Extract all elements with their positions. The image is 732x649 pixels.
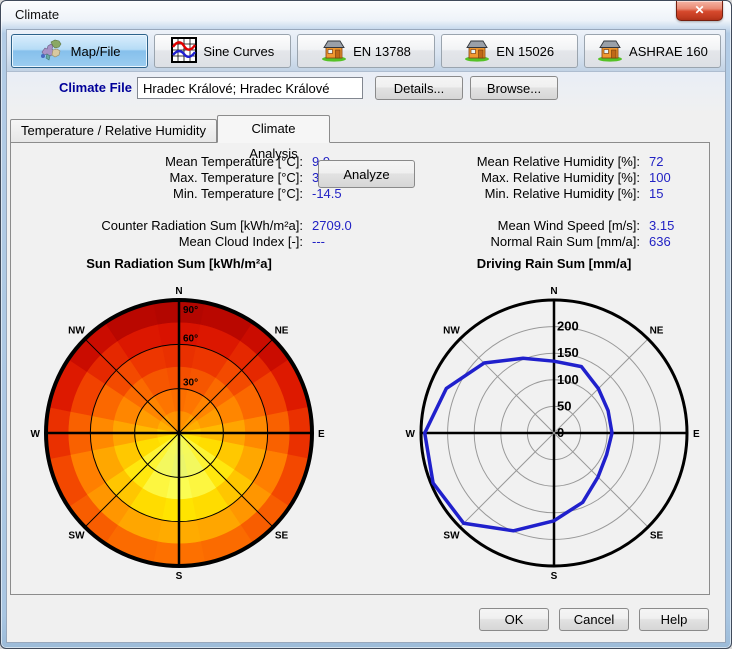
stat-row: Min. Relative Humidity [%]: 15 <box>360 186 674 202</box>
tab-climate-analysis[interactable]: Climate Analysis <box>217 115 330 143</box>
climate-file-row: Climate File Details... Browse... <box>7 72 725 115</box>
stat-value: 2709.0 <box>312 218 352 233</box>
stat-row: Mean Wind Speed [m/s]: 3.15 <box>360 218 674 234</box>
svg-text:50: 50 <box>557 398 571 413</box>
climate-file-input[interactable] <box>137 77 363 99</box>
stat-value: 15 <box>649 186 663 201</box>
rain-chart-title: Driving Rain Sum [mm/a] <box>404 256 704 271</box>
stat-row: Max. Relative Humidity [%]: 100 <box>360 170 674 186</box>
nav-button-label: Map/File <box>71 44 121 59</box>
nav-en15026-button[interactable]: EN 15026 <box>441 34 578 68</box>
stat-value: 100 <box>649 170 671 185</box>
nav-en13788-button[interactable]: EN 13788 <box>297 34 434 68</box>
stat-label: Normal Rain Sum [mm/a]: <box>360 234 640 250</box>
house-icon <box>321 38 347 65</box>
stat-row: Max. Temperature [°C]:35.3 <box>23 170 352 186</box>
stat-label: Min. Temperature [°C]: <box>23 186 303 202</box>
nav-button-row: Map/File Sine Curves <box>7 30 725 72</box>
nav-map-file-button[interactable]: Map/File <box>11 34 148 68</box>
svg-text:W: W <box>31 429 41 440</box>
stat-value: -14.5 <box>312 186 342 201</box>
stat-row: Normal Rain Sum [mm/a]: 636 <box>360 234 674 250</box>
svg-text:E: E <box>318 429 325 440</box>
svg-text:SE: SE <box>650 531 664 542</box>
stat-label: Max. Temperature [°C]: <box>23 170 303 186</box>
stat-row: Mean Relative Humidity [%]: 72 <box>360 154 674 170</box>
svg-text:150: 150 <box>557 345 579 360</box>
window-title: Climate <box>15 7 59 22</box>
svg-text:90°: 90° <box>183 305 198 316</box>
svg-text:NW: NW <box>68 325 85 336</box>
svg-text:S: S <box>176 571 183 582</box>
tab-temperature-relative-humidity[interactable]: Temperature / Relative Humidity <box>10 119 217 142</box>
svg-text:SW: SW <box>443 531 460 542</box>
nav-sine-curves-button[interactable]: Sine Curves <box>154 34 291 68</box>
stat-value: --- <box>312 234 325 249</box>
svg-text:60°: 60° <box>183 333 198 344</box>
stat-row: Min. Temperature [°C]: -14.5 <box>23 186 352 202</box>
browse-button[interactable]: Browse... <box>470 76 558 100</box>
stat-row: Mean Cloud Index [-]: --- <box>23 234 352 250</box>
stat-row: Mean Temperature [°C]:9.9 <box>23 154 352 170</box>
dialog-body: Map/File Sine Curves <box>6 29 726 643</box>
stat-row: Counter Radiation Sum [kWh/m²a]: 2709.0 <box>23 218 352 234</box>
europe-map-icon <box>39 38 65 65</box>
svg-text:NE: NE <box>650 325 664 336</box>
svg-text:W: W <box>406 429 416 440</box>
nav-button-label: EN 13788 <box>353 44 411 59</box>
stats-left: Mean Temperature [°C]:9.9 Max. Temperatu… <box>23 154 352 250</box>
nav-button-label: EN 15026 <box>496 44 554 59</box>
stat-label: Mean Relative Humidity [%]: <box>360 154 640 170</box>
climate-analysis-panel: Mean Temperature [°C]:9.9 Max. Temperatu… <box>10 142 710 595</box>
help-button[interactable]: Help <box>639 608 709 631</box>
svg-text:SW: SW <box>68 531 85 542</box>
stat-label: Counter Radiation Sum [kWh/m²a]: <box>23 218 303 234</box>
svg-text:30°: 30° <box>183 378 198 389</box>
stat-value: 72 <box>649 154 663 169</box>
stat-label: Mean Cloud Index [-]: <box>23 234 303 250</box>
svg-text:NW: NW <box>443 325 460 336</box>
climate-file-label: Climate File <box>27 80 132 95</box>
close-button[interactable]: ✕ <box>676 1 723 21</box>
tab-bar: Temperature / Relative Humidity Climate … <box>10 115 710 142</box>
sun-chart-title: Sun Radiation Sum [kWh/m²a] <box>29 256 329 271</box>
svg-text:200: 200 <box>557 319 579 334</box>
svg-text:NE: NE <box>275 325 289 336</box>
house-icon <box>597 38 623 65</box>
stats-right: Mean Relative Humidity [%]: 72 Max. Relat… <box>360 154 674 250</box>
svg-text:SE: SE <box>275 531 289 542</box>
sun-radiation-chart: 30° 60° 90°N NE E SE S SW W NW <box>29 285 329 585</box>
svg-text:0: 0 <box>557 425 564 440</box>
nav-button-label: Sine Curves <box>203 44 274 59</box>
svg-text:E: E <box>693 429 700 440</box>
cancel-button[interactable]: Cancel <box>559 608 629 631</box>
stat-label: Mean Wind Speed [m/s]: <box>360 218 640 234</box>
svg-text:S: S <box>551 571 558 582</box>
stat-value: 636 <box>649 234 671 249</box>
svg-text:N: N <box>550 286 557 297</box>
stat-label: Max. Relative Humidity [%]: <box>360 170 640 186</box>
climate-dialog: Climate ✕ Map/File <box>0 0 732 649</box>
close-icon: ✕ <box>694 3 704 17</box>
sine-curves-icon <box>171 37 197 66</box>
house-icon <box>464 38 490 65</box>
svg-text:N: N <box>175 286 182 297</box>
ok-button[interactable]: OK <box>479 608 549 631</box>
details-button[interactable]: Details... <box>375 76 463 100</box>
nav-ashrae160-button[interactable]: ASHRAE 160 <box>584 34 721 68</box>
svg-text:100: 100 <box>557 372 579 387</box>
driving-rain-chart: 200 150 100 50 0 N NE E SE S SW W NW <box>404 285 704 585</box>
nav-button-label: ASHRAE 160 <box>629 44 708 59</box>
stat-label: Min. Relative Humidity [%]: <box>360 186 640 202</box>
stat-value: 3.15 <box>649 218 674 233</box>
